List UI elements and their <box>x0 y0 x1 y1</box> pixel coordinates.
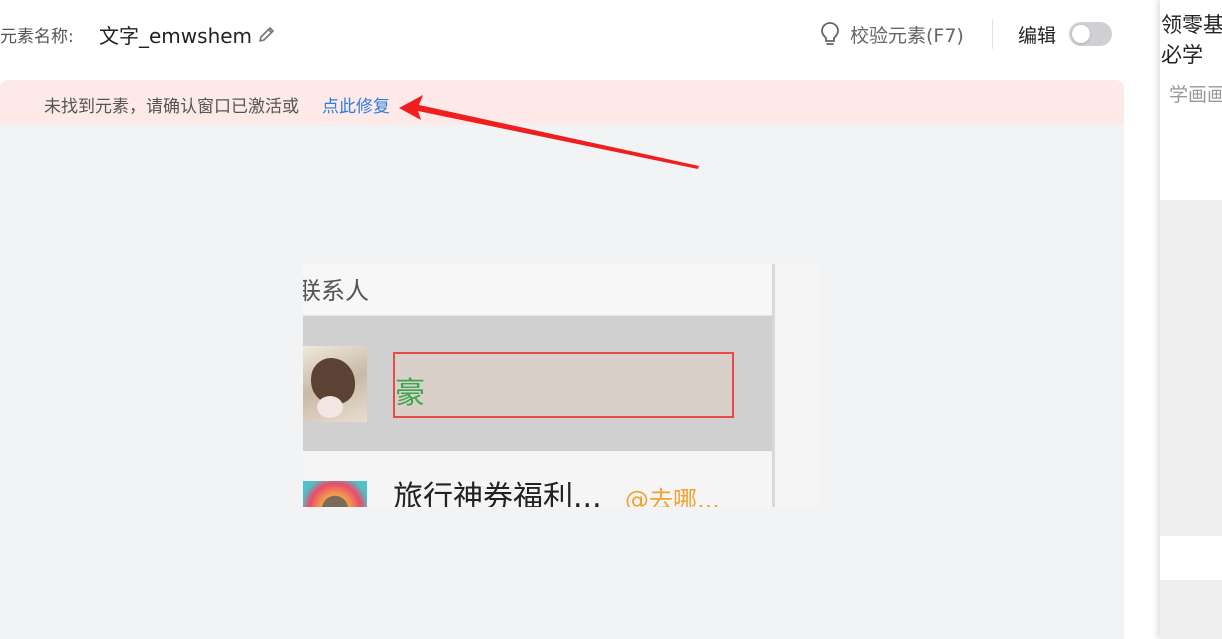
snapshot-header: 联系人 <box>303 264 772 316</box>
element-preview-area: 联系人 豪 旅行神券福利... @去哪... <box>0 125 1124 639</box>
right-panel-body <box>1160 200 1222 536</box>
right-panel-footer <box>1160 580 1222 639</box>
toolbar-divider <box>992 19 993 49</box>
toggle-knob <box>1072 25 1090 43</box>
snapshot-list-item: 旅行神券福利... @去哪... <box>303 452 772 507</box>
pencil-icon[interactable] <box>257 24 277 44</box>
avatar <box>303 346 367 422</box>
element-name-label: 元素名称: <box>0 27 74 47</box>
right-panel-subtitle: 学画画 <box>1169 84 1222 106</box>
snapshot-selected-row: 豪 <box>303 316 772 451</box>
right-panel-strip <box>1160 536 1222 580</box>
list-item-mention: @去哪... <box>625 486 720 507</box>
target-element-text: 豪 <box>395 376 425 411</box>
list-item-title: 旅行神券福利... <box>393 480 602 507</box>
snapshot-chat-list: 联系人 豪 旅行神券福利... @去哪... <box>303 264 775 507</box>
avatar <box>303 481 367 507</box>
fix-link[interactable]: 点此修复 <box>322 92 390 117</box>
right-panel-card[interactable]: 领零基 必学 学画画 <box>1160 0 1222 200</box>
element-editor-main: 元素名称: 文字_emwshem 校验元素(F7) 编辑 i 未找到元素，请确认… <box>0 0 1160 639</box>
edit-mode-label: 编辑 <box>1018 25 1057 47</box>
element-not-found-alert: i 未找到元素，请确认窗口已激活或 点此修复 <box>0 80 1124 192</box>
alert-message: 未找到元素，请确认窗口已激活或 <box>44 97 299 117</box>
edit-mode-toggle[interactable] <box>1069 22 1112 46</box>
lightbulb-icon <box>818 21 842 47</box>
verify-element-label: 校验元素(F7) <box>850 24 964 47</box>
snapshot-header-text: 联系人 <box>303 277 369 305</box>
target-element-highlight[interactable]: 豪 <box>393 352 734 418</box>
right-side-panel: 领零基 必学 学画画 <box>1160 0 1222 639</box>
top-bar: 元素名称: 文字_emwshem 校验元素(F7) 编辑 <box>0 0 1124 70</box>
element-name-value: 文字_emwshem <box>99 24 253 48</box>
verify-element-button[interactable]: 校验元素(F7) <box>818 20 964 48</box>
right-panel-title: 领零基 必学 <box>1161 13 1222 67</box>
element-snapshot: 联系人 豪 旅行神券福利... @去哪... <box>303 264 820 507</box>
